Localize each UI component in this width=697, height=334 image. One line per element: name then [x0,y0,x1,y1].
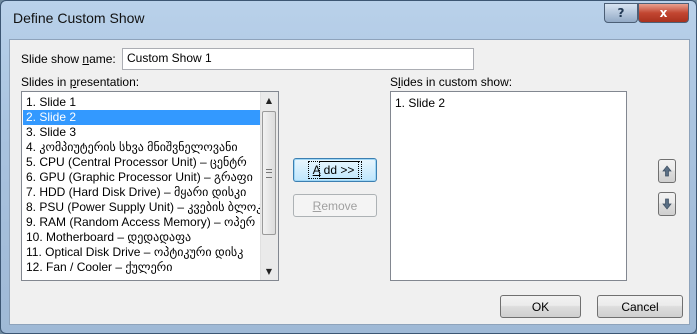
close-button[interactable]: x [638,3,689,23]
list-item[interactable]: 12. Fan / Cooler – ქულერი [23,260,261,275]
custom-list-items: 1. Slide 2 [392,96,622,111]
ok-button[interactable]: OK [500,295,581,318]
list-item[interactable]: 1. Slide 1 [23,95,261,110]
list-item[interactable]: 9. RAM (Random Access Memory) – ოპერ [23,215,261,230]
move-down-button[interactable] [658,192,676,216]
list-item[interactable]: 1. Slide 2 [392,96,622,111]
slides-in-custom-show-label: Slides in custom show: [390,75,513,89]
down-arrow-icon [662,198,672,210]
close-icon: x [659,6,668,20]
list-item[interactable]: 2. Slide 2 [23,110,261,125]
dialog-body: Slide show name: Custom Show 1 Slides in… [9,39,690,325]
slides-in-custom-show-list[interactable]: 1. Slide 2 [390,91,627,281]
list-item[interactable]: 3. Slide 3 [23,125,261,140]
slide-show-name-label: Slide show name: [21,52,116,66]
slides-list-items: 1. Slide 1 2. Slide 2 3. Slide 3 4. კომპიუტ… [23,95,261,275]
move-up-button[interactable] [658,159,676,183]
list-item[interactable]: 6. GPU (Graphic Processor Unit) – გრაფი [23,170,261,185]
window-title: Define Custom Show [13,10,145,26]
list-item[interactable]: 5. CPU (Central Processor Unit) – ცენტრ [23,155,261,170]
help-icon: ? [617,6,625,20]
list-item[interactable]: 10. Motherboard – დედადაფა [23,230,261,245]
title-bar[interactable]: Define Custom Show ? x [1,1,696,39]
slides-in-presentation-label: Slides in presentation: [21,75,140,89]
cancel-button[interactable]: Cancel [597,295,683,318]
dialog-window: Define Custom Show ? x Slide show name: … [0,0,697,334]
help-button[interactable]: ? [604,3,638,23]
up-arrow-icon [662,165,672,177]
grip-icon [266,168,272,178]
add-button[interactable]: Add >> [293,158,377,182]
scroll-thumb[interactable] [262,111,276,235]
remove-button[interactable]: Remove [293,194,377,217]
slides-in-presentation-list[interactable]: 1. Slide 1 2. Slide 2 3. Slide 3 4. კომპიუტ… [21,91,279,281]
list-item[interactable]: 7. HDD (Hard Disk Drive) – მყარი დისკი [23,185,261,200]
list-item[interactable]: 4. კომპიუტერის სხვა მნიშვნელოვანი [23,140,261,155]
scroll-down-icon[interactable]: ▼ [261,263,277,280]
list-item[interactable]: 8. PSU (Power Supply Unit) – კვების ბლოკ… [23,200,261,215]
slide-show-name-input[interactable]: Custom Show 1 [122,48,474,70]
scroll-up-icon[interactable]: ▲ [261,92,277,109]
slides-list-scrollbar[interactable]: ▲ ▼ [260,92,278,280]
list-item[interactable]: 11. Optical Disk Drive – ოპტიკური დისკ [23,245,261,260]
